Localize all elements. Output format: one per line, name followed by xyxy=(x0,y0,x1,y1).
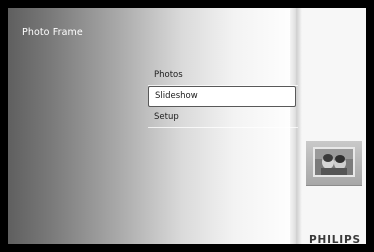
menu-item-slideshow[interactable]: Slideshow xyxy=(148,86,296,107)
photo-frame-screen: Photo Frame Photos Slideshow Setup PHILI… xyxy=(0,0,374,252)
side-panel xyxy=(302,8,366,244)
main-menu: Photos Slideshow Setup xyxy=(148,65,298,128)
menu-item-label: Setup xyxy=(154,112,179,122)
app-title: Photo Frame xyxy=(22,27,83,38)
menu-item-setup[interactable]: Setup xyxy=(148,107,298,128)
menu-item-photos[interactable]: Photos xyxy=(148,65,298,86)
brand-logo: PHILIPS xyxy=(309,234,361,246)
photo-thumbnail-icon xyxy=(306,141,362,185)
menu-item-label: Slideshow xyxy=(155,91,198,101)
thumbnail-image xyxy=(313,147,355,177)
menu-item-label: Photos xyxy=(154,70,183,80)
